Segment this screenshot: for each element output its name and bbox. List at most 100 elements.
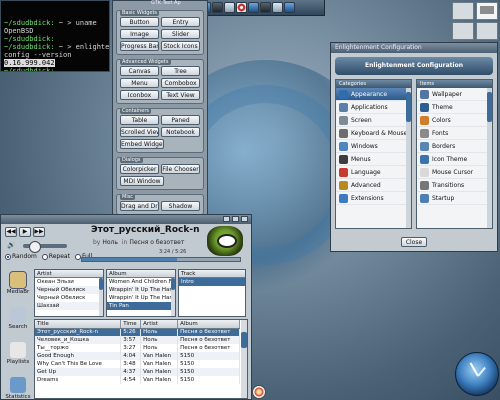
table-row[interactable]: Dreams 4:54 Van Halen 5150 <box>35 376 240 384</box>
table-row[interactable]: Этот_русский_Rock-n 5:26 Ноль Песня о безот… <box>35 328 240 336</box>
widget-embed-widget-button[interactable]: Embed Widget <box>120 139 164 149</box>
config-item-theme[interactable]: Theme <box>417 101 492 114</box>
widget-text-view-button[interactable]: Text View <box>161 90 200 100</box>
widget-menu-button[interactable]: Menu <box>120 78 159 88</box>
album-column-header[interactable]: Album <box>107 270 175 278</box>
widget-iconbox-button[interactable]: Iconbox <box>120 90 159 100</box>
widget-image-button[interactable]: Image <box>120 29 159 39</box>
next-button[interactable]: ▶▶ <box>33 227 45 237</box>
volume-slider[interactable] <box>23 241 67 253</box>
config-item-startup[interactable]: Startup <box>417 192 492 205</box>
sidebar-item-mediabr[interactable]: MediaBr <box>3 271 33 305</box>
category-advanced[interactable]: Advanced <box>336 179 411 192</box>
table-row[interactable]: Good Enough 4:04 Van Halen 5150 <box>35 352 240 360</box>
category-keyboard-mouse[interactable]: Keyboard & Mouse <box>336 127 411 140</box>
sidebar-item-statistics[interactable]: Statistics <box>3 377 33 400</box>
list-item[interactable]: Intro <box>179 278 245 286</box>
widget-colorpicker-button[interactable]: Colorpicker <box>120 164 159 174</box>
categories-scrollbar[interactable] <box>406 88 411 228</box>
widget-table-button[interactable]: Table <box>120 115 159 125</box>
table-row[interactable]: Get Up 4:37 Van Halen 5150 <box>35 368 240 376</box>
list-item[interactable]: Черный Обелиск <box>35 286 103 294</box>
config-titlebar[interactable]: Enlightenment Configuration <box>331 43 497 53</box>
shelf-file-icon[interactable] <box>224 2 235 13</box>
category-language[interactable]: Language <box>336 166 411 179</box>
list-item[interactable]: Wrappin' It Up The Har <box>107 294 175 302</box>
previous-button[interactable]: ◀◀ <box>5 227 17 237</box>
shelf-tray-icon[interactable] <box>284 2 295 13</box>
column-header-time[interactable]: Time <box>120 320 142 329</box>
shelf-browser-icon[interactable] <box>236 2 247 13</box>
shelf-settings-icon[interactable] <box>248 2 259 13</box>
widget-canvas-button[interactable]: Canvas <box>120 66 159 76</box>
list-item[interactable]: Wrappin' It Up The Harri <box>107 286 175 294</box>
list-item[interactable]: Океан Эльзи <box>35 278 103 286</box>
category-screen[interactable]: Screen <box>336 114 411 127</box>
pager-desk-2[interactable] <box>476 2 498 20</box>
category-windows[interactable]: Windows <box>336 140 411 153</box>
sidebar-item-playlists[interactable]: Playlists <box>3 342 33 375</box>
list-item[interactable]: Черный Обелиск <box>35 294 103 302</box>
column-header-artist[interactable]: Artist <box>140 320 179 329</box>
items-scrollbar[interactable] <box>487 88 492 228</box>
toggle-repeat[interactable]: Repeat <box>41 253 70 260</box>
column-header-title[interactable]: Title <box>35 320 122 329</box>
tray-app-icon[interactable] <box>252 385 266 399</box>
column-header-album[interactable]: Album <box>177 320 240 329</box>
close-button[interactable]: Close <box>401 237 427 247</box>
widget-paned-button[interactable]: Paned <box>161 115 200 125</box>
config-item-borders[interactable]: Borders <box>417 140 492 153</box>
pager-desk-1[interactable] <box>452 2 474 20</box>
track-list-scrollbar[interactable] <box>241 320 247 398</box>
pager-desk-4[interactable] <box>476 22 498 40</box>
config-item-mouse-cursor[interactable]: Mouse Cursor <box>417 166 492 179</box>
table-row[interactable]: Why Can't This Be Love 3:48 Van Halen 5150 <box>35 360 240 368</box>
widget-shadow-button[interactable]: Shadow <box>161 201 200 211</box>
toggle-random[interactable]: Random <box>5 253 37 260</box>
widget-mdi-window-button[interactable]: MDI Window <box>120 176 164 186</box>
volume-icon[interactable]: 🔊 <box>7 241 21 251</box>
pager-desk-3[interactable] <box>452 22 474 40</box>
widget-slider-button[interactable]: Slider <box>161 29 200 39</box>
category-extensions[interactable]: Extensions <box>336 192 411 205</box>
seek-bar[interactable] <box>81 257 241 262</box>
table-row[interactable]: Человек_и_Кошка 3:57 Ноль Песня о безответ <box>35 336 240 344</box>
config-item-transitions[interactable]: Transitions <box>417 179 492 192</box>
widget-combobox-button[interactable]: Combobox <box>161 78 200 88</box>
list-item[interactable]: Шахзай <box>35 302 103 310</box>
list-item[interactable]: Women And Children Fir <box>107 278 175 286</box>
config-item-wallpaper[interactable]: Wallpaper <box>417 88 492 101</box>
album-column[interactable]: Album Women And Children Fir Wrappin' It … <box>106 269 176 317</box>
widget-progress-bar-button[interactable]: Progress Bar <box>120 41 159 51</box>
config-item-colors[interactable]: Colors <box>417 114 492 127</box>
shelf-mail-icon[interactable] <box>272 2 283 13</box>
terminal-window[interactable]: ~/sdudbdick: ~ > uname OpenBSD ~/sdudbdick… <box>0 0 110 72</box>
minimize-icon[interactable] <box>223 216 230 222</box>
close-icon[interactable] <box>241 216 248 222</box>
category-appearance[interactable]: Appearance <box>336 88 411 101</box>
sidebar-item-search[interactable]: Search <box>3 307 33 340</box>
play-button[interactable]: ▶ <box>19 227 31 237</box>
track-column-header[interactable]: Track <box>179 270 245 278</box>
category-menus[interactable]: Menus <box>336 153 411 166</box>
widget-scrolled-view-button[interactable]: Scrolled View <box>120 127 159 137</box>
config-item-fonts[interactable]: Fonts <box>417 127 492 140</box>
widget-drag-and-drop-button[interactable]: Drag and Drop <box>120 201 159 211</box>
widget-button-button[interactable]: Button <box>120 17 159 27</box>
track-column[interactable]: Track Intro <box>178 269 246 317</box>
artist-column[interactable]: Artist Океан Эльзи Черный Обелиск Черный О… <box>34 269 104 317</box>
widget-file-chooser-button[interactable]: File Chooser <box>161 164 200 174</box>
config-item-icon-theme[interactable]: Icon Theme <box>417 153 492 166</box>
maximize-icon[interactable] <box>232 216 239 222</box>
shelf-terminal-icon[interactable] <box>212 2 223 13</box>
table-row[interactable]: Ты__торжо 3:27 Ноль Песня о безответ <box>35 344 240 352</box>
widget-entry-button[interactable]: Entry <box>161 17 200 27</box>
list-item[interactable]: Tin Pan <box>107 302 175 310</box>
shelf-monitor-icon[interactable] <box>260 2 271 13</box>
category-applications[interactable]: Applications <box>336 101 411 114</box>
player-titlebar[interactable] <box>1 215 251 224</box>
artist-column-header[interactable]: Artist <box>35 270 103 278</box>
widget-stock-icons-button[interactable]: Stock Icons <box>161 41 200 51</box>
widget-tree-button[interactable]: Tree <box>161 66 200 76</box>
widget-notebook-button[interactable]: Notebook <box>161 127 200 137</box>
